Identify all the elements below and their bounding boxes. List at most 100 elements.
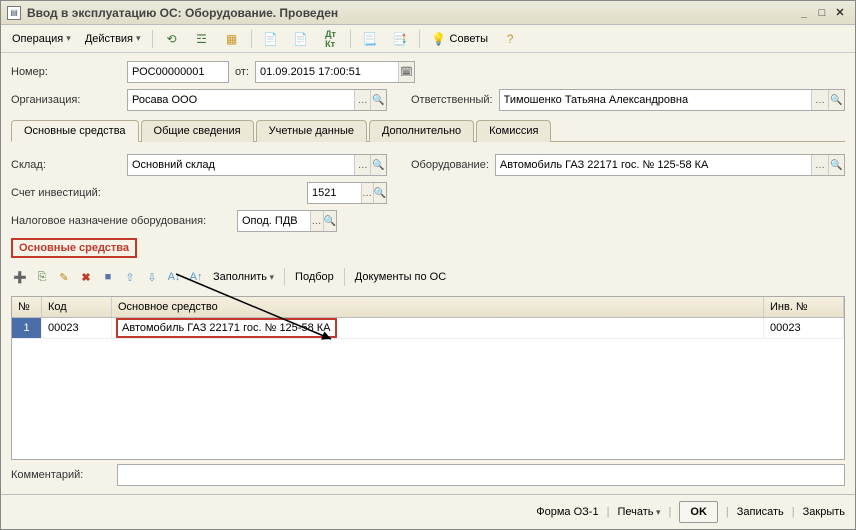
tb-icon-4[interactable]: 📄	[258, 28, 284, 50]
equip-field[interactable]: … 🔍	[495, 154, 845, 176]
refresh-icon: ⟲	[164, 31, 180, 47]
search-icon[interactable]: 🔍	[828, 155, 844, 175]
doc-go-icon: 📄	[263, 31, 279, 47]
advice-button[interactable]: 💡Советы	[426, 28, 493, 50]
comment-input[interactable]	[118, 465, 844, 485]
warehouse-input[interactable]	[128, 155, 354, 175]
comment-field[interactable]	[117, 464, 845, 486]
ellipsis-icon[interactable]: …	[310, 211, 323, 231]
edit-button[interactable]: ✎	[55, 268, 73, 286]
plus-icon: ➕	[13, 271, 27, 284]
save-button[interactable]: Записать	[737, 506, 784, 518]
move-down-button[interactable]: ⇩	[143, 268, 161, 286]
search-icon[interactable]: 🔍	[828, 90, 844, 110]
print-menu[interactable]: Печать	[617, 506, 660, 518]
list-icon: ☲	[194, 31, 210, 47]
calendar-icon[interactable]: 🗓	[398, 62, 414, 82]
delete-button[interactable]: ✖	[77, 268, 95, 286]
sort-desc-button[interactable]: A↑	[187, 268, 205, 286]
form-oz1-link[interactable]: Форма ОЗ-1	[536, 506, 598, 518]
date-input[interactable]	[256, 62, 398, 82]
warehouse-field[interactable]: … 🔍	[127, 154, 387, 176]
col-code[interactable]: Код	[42, 297, 112, 317]
document-icon: ▤	[7, 6, 21, 20]
minimize-button[interactable]: _	[795, 7, 813, 19]
ok-button[interactable]: OK	[679, 501, 718, 523]
tab-accounting[interactable]: Учетные данные	[256, 120, 367, 142]
col-inv[interactable]: Инв. №	[764, 297, 844, 317]
org-label: Организация:	[11, 94, 121, 106]
invest-input[interactable]	[308, 183, 361, 203]
tb-icon-2[interactable]: ☲	[189, 28, 215, 50]
invest-label: Счет инвестиций:	[11, 187, 301, 199]
number-field[interactable]	[127, 61, 229, 83]
ellipsis-icon[interactable]: …	[811, 90, 827, 110]
actions-menu[interactable]: Действия	[80, 30, 146, 48]
tb-icon-5[interactable]: 📄	[288, 28, 314, 50]
fill-menu[interactable]: Заполнить	[209, 271, 278, 283]
assets-grid[interactable]: № Код Основное средство Инв. № 1 00023 А…	[11, 296, 845, 460]
col-name[interactable]: Основное средство	[112, 297, 764, 317]
toolbar-separator	[152, 30, 153, 48]
row-number: Номер: от: 🗓	[11, 61, 845, 83]
table-row[interactable]: 1 00023 Автомобиль ГАЗ 22171 гос. № 125-…	[12, 318, 844, 339]
tab-additional[interactable]: Дополнительно	[369, 120, 474, 142]
invest-field[interactable]: … 🔍	[307, 182, 387, 204]
x-icon: ✖	[81, 271, 90, 284]
docs-link[interactable]: Документы по ОС	[351, 271, 450, 283]
disk-icon: ■	[105, 271, 112, 283]
page-icon: 📃	[362, 31, 378, 47]
ellipsis-icon[interactable]: …	[354, 155, 370, 175]
search-icon[interactable]: 🔍	[370, 90, 386, 110]
resp-field[interactable]: … 🔍	[499, 89, 845, 111]
copy-button[interactable]: ⎘	[33, 268, 51, 286]
equip-input[interactable]	[496, 155, 811, 175]
org-input[interactable]	[128, 90, 354, 110]
ellipsis-icon[interactable]: …	[361, 183, 373, 203]
tb-icon-6[interactable]: ДтКт	[318, 28, 344, 50]
toolbar-separator	[419, 30, 420, 48]
window-root: ▤ Ввод в эксплуатацию ОС: Оборудование. …	[0, 0, 856, 530]
comment-label: Комментарий:	[11, 469, 111, 481]
cell-num: 1	[12, 318, 42, 338]
number-input[interactable]	[128, 62, 228, 82]
doc-back-icon: 📄	[293, 31, 309, 47]
tax-input[interactable]	[238, 211, 310, 231]
add-button[interactable]: ➕	[11, 268, 29, 286]
select-link[interactable]: Подбор	[291, 271, 338, 283]
search-icon[interactable]: 🔍	[323, 211, 336, 231]
help-icon: ?	[502, 31, 518, 47]
sort-asc-button[interactable]: A↓	[165, 268, 183, 286]
tab-fixed-assets[interactable]: Основные средства	[11, 120, 139, 142]
window-title: Ввод в эксплуатацию ОС: Оборудование. Пр…	[27, 6, 795, 20]
row-tax: Налоговое назначение оборудования: … 🔍	[11, 210, 845, 232]
toolbar-separator	[251, 30, 252, 48]
org-field[interactable]: … 🔍	[127, 89, 387, 111]
search-icon[interactable]: 🔍	[370, 155, 386, 175]
col-num[interactable]: №	[12, 297, 42, 317]
tab-general[interactable]: Общие сведения	[141, 120, 254, 142]
highlighted-cell: Автомобиль ГАЗ 22171 гос. № 125-58 КА	[116, 318, 337, 338]
sort-desc-icon: A↑	[190, 271, 203, 283]
close-button[interactable]: ✕	[831, 6, 849, 19]
operation-menu[interactable]: Операция	[7, 30, 76, 48]
move-up-button[interactable]: ⇧	[121, 268, 139, 286]
help-button[interactable]: ?	[497, 28, 523, 50]
maximize-button[interactable]: □	[813, 7, 831, 19]
tb-icon-3[interactable]: ▦	[219, 28, 245, 50]
close-link[interactable]: Закрыть	[803, 506, 845, 518]
tax-field[interactable]: … 🔍	[237, 210, 337, 232]
tb-icon-1[interactable]: ⟲	[159, 28, 185, 50]
resp-input[interactable]	[500, 90, 812, 110]
save-button-sm[interactable]: ■	[99, 268, 117, 286]
tab-commission[interactable]: Комиссия	[476, 120, 551, 142]
tb-icon-7[interactable]: 📃	[357, 28, 383, 50]
date-field[interactable]: 🗓	[255, 61, 415, 83]
from-label: от:	[235, 66, 249, 78]
search-icon[interactable]: 🔍	[373, 183, 386, 203]
row-invest: Счет инвестиций: … 🔍	[11, 182, 845, 204]
ellipsis-icon[interactable]: …	[811, 155, 827, 175]
tb-icon-8[interactable]: 📑	[387, 28, 413, 50]
footer-bar: Форма ОЗ-1 | Печать | OK | Записать | За…	[1, 494, 855, 529]
ellipsis-icon[interactable]: …	[354, 90, 370, 110]
